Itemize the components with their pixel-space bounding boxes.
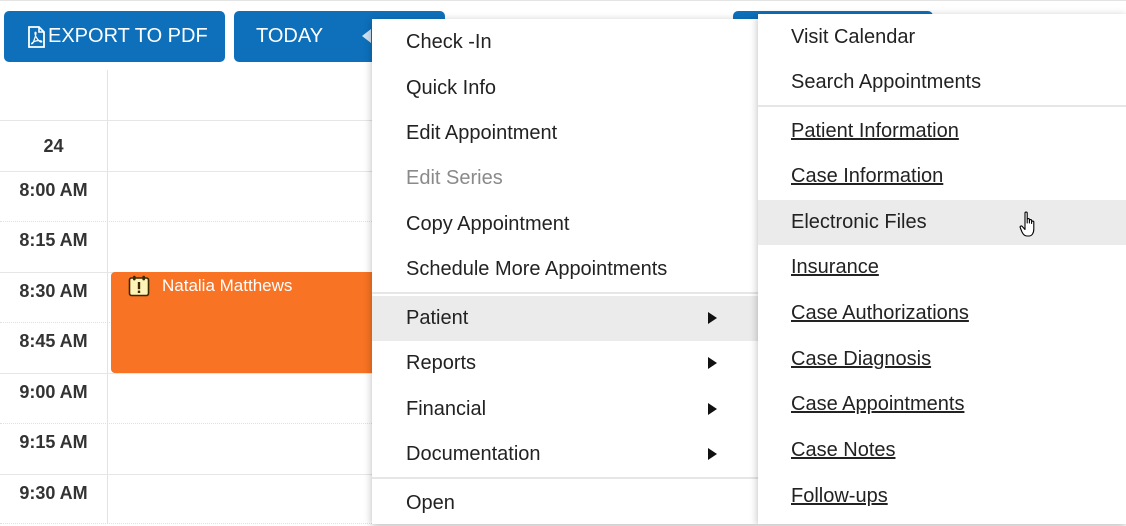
submenu-arrow-icon	[708, 403, 717, 415]
hand-pointer-icon	[1019, 211, 1039, 239]
submenu-arrow-icon	[708, 312, 717, 324]
menu-separator	[372, 292, 758, 294]
submenu-separator	[758, 105, 1126, 107]
submenu-item-case-notes[interactable]: Case Notes	[758, 428, 1126, 473]
menu-item-schedule-more[interactable]: Schedule More Appointments	[372, 247, 758, 292]
submenu-item-visit-calendar[interactable]: Visit Calendar	[758, 15, 1126, 60]
patient-submenu: Visit Calendar Search Appointments Patie…	[758, 14, 1126, 524]
menu-item-check-in[interactable]: Check -In	[372, 20, 758, 65]
time-label: 9:15 AM	[19, 432, 88, 452]
day-number: 24	[43, 136, 64, 156]
submenu-arrow-icon	[708, 448, 717, 460]
export-to-pdf-button[interactable]: EXPORT TO PDF	[4, 11, 225, 62]
menu-item-reports[interactable]: Reports	[372, 341, 758, 386]
menu-item-edit-series: Edit Series	[406, 167, 503, 189]
time-label: 8:15 AM	[19, 230, 88, 250]
submenu-item-case-authorizations[interactable]: Case Authorizations	[758, 291, 1126, 336]
export-button-label: EXPORT TO PDF	[48, 25, 208, 47]
submenu-arrow-icon	[708, 357, 717, 369]
submenu-item-case-diagnosis[interactable]: Case Diagnosis	[758, 337, 1126, 382]
submenu-item-follow-ups[interactable]: Follow-ups	[758, 474, 1126, 519]
submenu-item-case-information[interactable]: Case Information	[758, 154, 1126, 199]
menu-item-open[interactable]: Open	[372, 481, 758, 526]
previous-arrow-icon[interactable]	[362, 29, 371, 43]
submenu-item-insurance[interactable]: Insurance	[758, 245, 1126, 290]
today-button-label: TODAY	[256, 25, 324, 47]
menu-item-edit-appointment[interactable]: Edit Appointment	[372, 111, 758, 156]
menu-item-patient[interactable]: Patient	[372, 296, 758, 341]
submenu-item-case-appointments[interactable]: Case Appointments	[758, 382, 1126, 427]
appointment-context-menu: Check -In Quick Info Edit Appointment Ed…	[372, 19, 758, 524]
time-label: 9:00 AM	[19, 382, 88, 402]
time-label: 8:00 AM	[19, 180, 88, 200]
submenu-item-electronic-files[interactable]: Electronic Files	[758, 200, 1126, 245]
calendar-alert-icon	[128, 275, 150, 297]
submenu-item-patient-information[interactable]: Patient Information	[758, 109, 1126, 154]
top-border	[0, 0, 1126, 1]
appointment-block[interactable]: Natalia Matthews	[111, 272, 376, 373]
menu-item-documentation[interactable]: Documentation	[372, 432, 758, 477]
submenu-item-search-appointments[interactable]: Search Appointments	[758, 60, 1126, 105]
appointment-patient-name: Natalia Matthews	[162, 276, 293, 295]
menu-item-financial[interactable]: Financial	[372, 387, 758, 432]
menu-item-quick-info[interactable]: Quick Info	[372, 66, 758, 111]
time-label: 8:45 AM	[19, 331, 88, 351]
menu-item-copy-appointment[interactable]: Copy Appointment	[372, 202, 758, 247]
time-label: 8:30 AM	[19, 281, 88, 301]
time-label: 9:30 AM	[19, 483, 88, 503]
pdf-icon	[27, 25, 45, 48]
menu-separator	[372, 477, 758, 479]
